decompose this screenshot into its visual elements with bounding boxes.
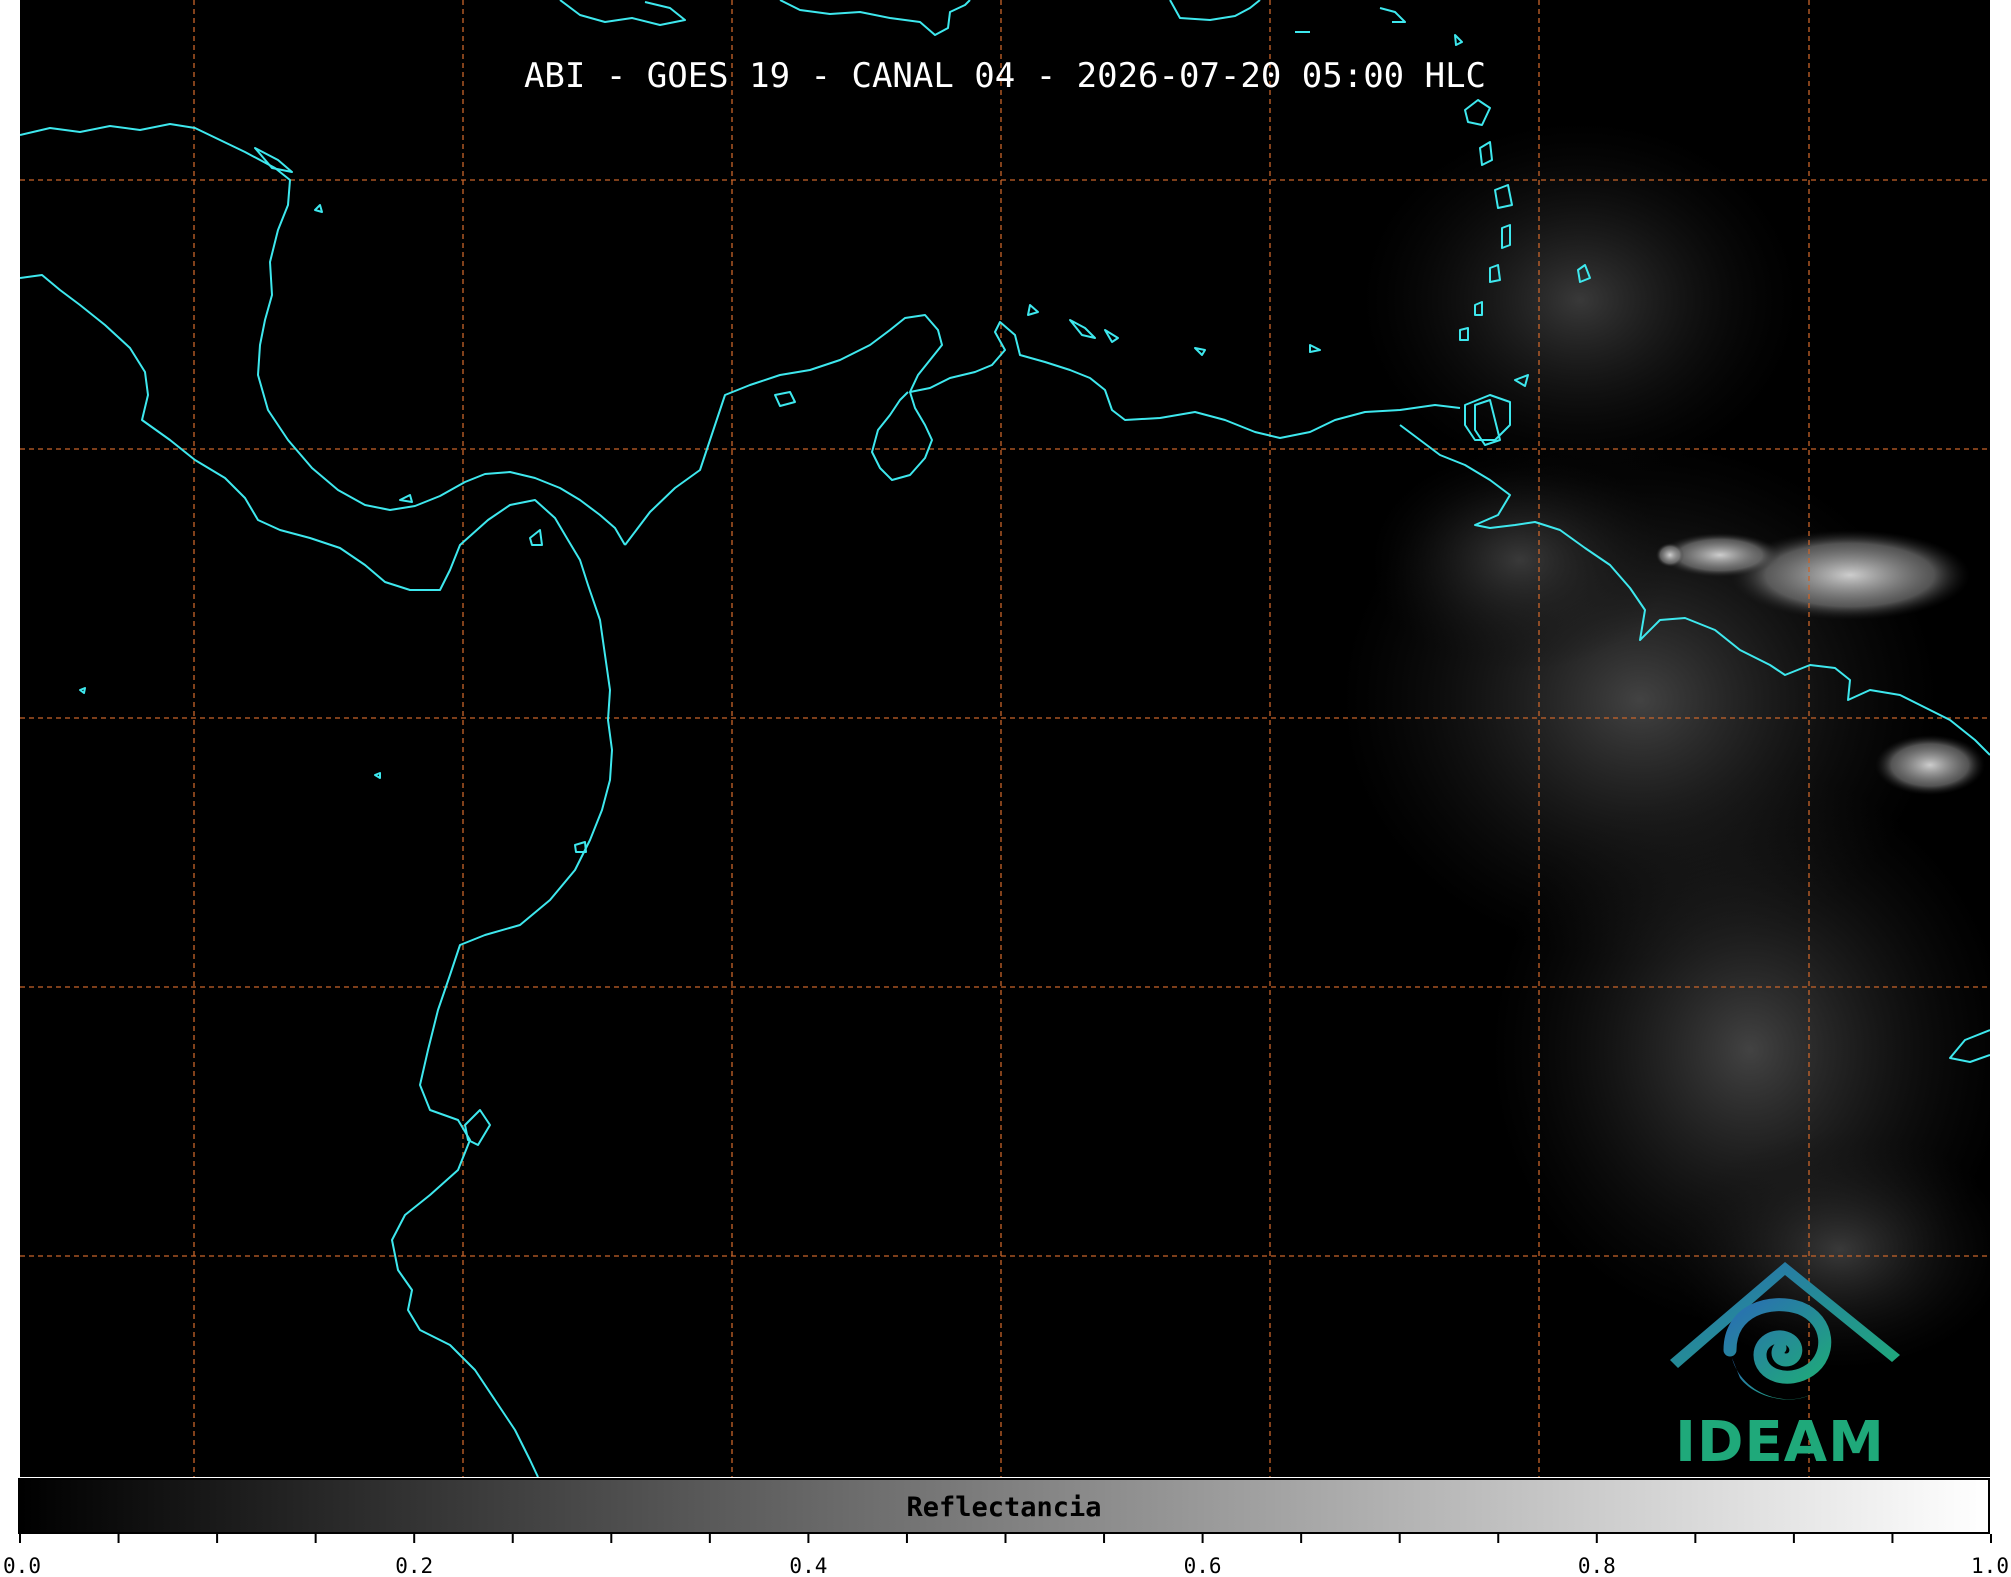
colorbar-tick-label: 0.4 [789, 1554, 828, 1577]
ideam-logo-text: IDEAM [1675, 1410, 1885, 1475]
cloud-layer [1340, 120, 1990, 1370]
satellite-map-panel: ABI - GOES 19 - CANAL 04 - 2026-07-20 05… [20, 0, 1990, 1477]
colorbar-tick-label: 0.0 [3, 1554, 41, 1577]
colorbar-tick-label: 1.0 [1971, 1554, 2009, 1577]
colorbar: Reflectancia [18, 1478, 1990, 1534]
bright-cloud [1656, 543, 1684, 567]
cloud-region [1370, 450, 1670, 670]
cloud-region [1360, 120, 1800, 480]
colorbar-tick-label: 0.6 [1183, 1554, 1222, 1577]
colorbar-label: Reflectancia [906, 1492, 1102, 1523]
colorbar-axis: 0.0 0.2 0.4 0.6 0.8 1.0 [0, 1534, 2011, 1577]
colorbar-tick-label: 0.8 [1577, 1554, 1616, 1577]
colorbar-tick-marks [19, 1534, 1992, 1543]
map-title: ABI - GOES 19 - CANAL 04 - 2026-07-20 05… [523, 56, 1487, 96]
ideam-logo: IDEAM [1660, 1250, 1900, 1475]
ideam-logo-icon [1670, 1262, 1900, 1400]
colorbar-tick-label: 0.2 [395, 1554, 434, 1577]
bright-cloud [1875, 735, 1985, 795]
